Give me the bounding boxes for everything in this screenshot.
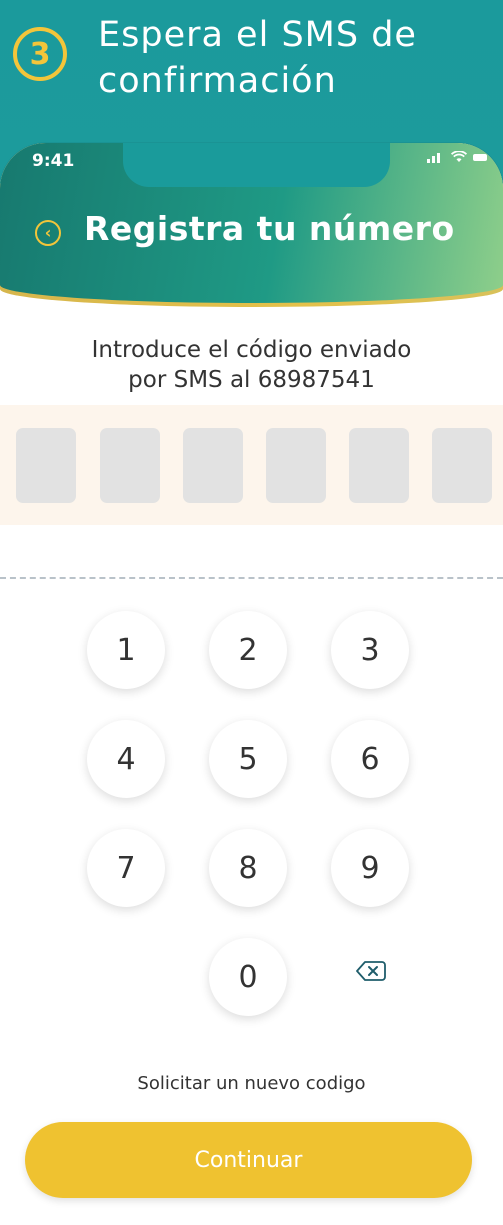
code-digit-4[interactable] (266, 428, 326, 503)
keypad-key-5[interactable]: 5 (209, 720, 287, 798)
keypad-key-9[interactable]: 9 (331, 829, 409, 907)
keypad-key-2[interactable]: 2 (209, 611, 287, 689)
battery-icon (473, 154, 487, 161)
instruction-line1: Introduce el código enviado (91, 337, 412, 363)
step-title-line2: confirmación (98, 61, 337, 101)
phone-screen: 9:41 ‹ Registra tu número Introduce el c… (0, 143, 503, 1225)
instruction-line2: por SMS al 68987541 (128, 367, 375, 393)
instruction-text: Introduce el código enviado por SMS al 6… (0, 335, 503, 395)
keypad-key-3[interactable]: 3 (331, 611, 409, 689)
wifi-icon (451, 151, 467, 162)
keypad-key-7[interactable]: 7 (87, 829, 165, 907)
backspace-icon[interactable] (356, 960, 386, 982)
step-title-line1: Espera el SMS de (98, 15, 417, 55)
keypad-key-0[interactable]: 0 (209, 938, 287, 1016)
step-number-badge: 3 (13, 27, 67, 81)
step-title: Espera el SMS de confirmación (98, 12, 498, 104)
page-title: Registra tu número (84, 209, 455, 248)
chevron-left-icon: ‹ (44, 223, 52, 242)
code-digit-2[interactable] (100, 428, 160, 503)
code-digit-3[interactable] (183, 428, 243, 503)
back-button[interactable]: ‹ (35, 220, 61, 246)
keypad-key-4[interactable]: 4 (87, 720, 165, 798)
code-digit-5[interactable] (349, 428, 409, 503)
code-digit-1[interactable] (16, 428, 76, 503)
keypad-key-1[interactable]: 1 (87, 611, 165, 689)
keypad-key-6[interactable]: 6 (331, 720, 409, 798)
phone-notch (123, 143, 390, 187)
code-digit-6[interactable] (432, 428, 492, 503)
signal-icon (427, 153, 440, 163)
dashed-divider (0, 577, 503, 579)
status-time: 9:41 (32, 151, 75, 171)
continue-button[interactable]: Continuar (25, 1122, 472, 1198)
keypad-key-8[interactable]: 8 (209, 829, 287, 907)
status-icons (427, 151, 487, 163)
resend-code-link[interactable]: Solicitar un nuevo codigo (0, 1073, 503, 1094)
